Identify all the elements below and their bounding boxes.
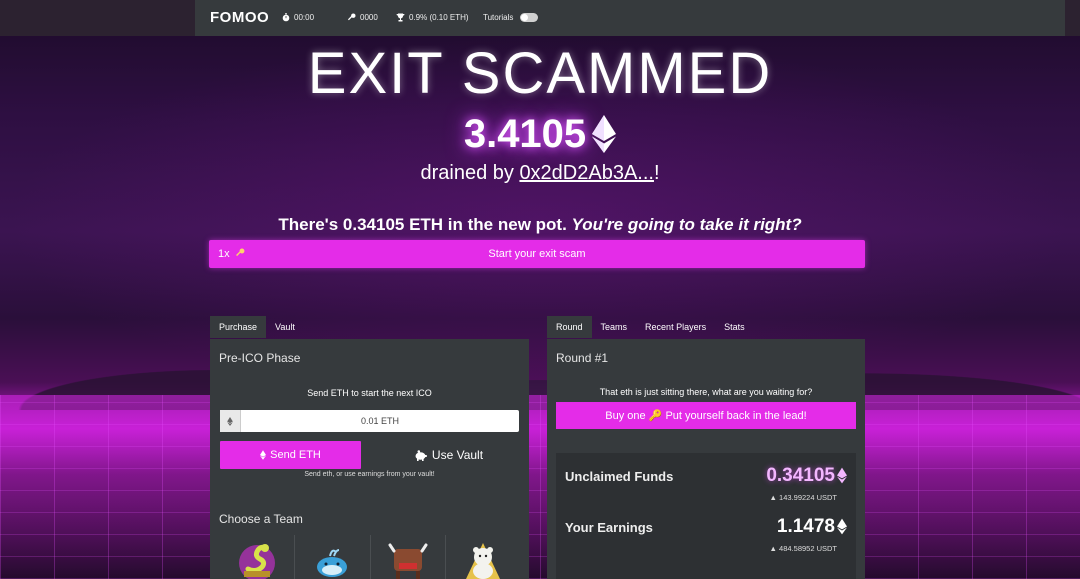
round-panel: Round #1 That eth is just sitting there,… [547,339,865,579]
unclaimed-funds-label: Unclaimed Funds [565,469,674,484]
tab-recent-players[interactable]: Recent Players [636,316,715,338]
snake-team-icon [239,544,276,579]
earnings-usd-value: 484.58952 USDT [779,544,837,553]
phase-heading: Pre-ICO Phase [219,351,301,365]
round-heading: Round #1 [556,351,609,365]
eth-icon [837,518,847,535]
team-selector [220,535,520,579]
trophy-icon [396,13,405,22]
timer-icon [282,13,290,22]
team-snake[interactable] [220,535,296,579]
purchase-tabs: Purchase Vault [210,316,304,338]
round-tabs: Round Teams Recent Players Stats [547,316,754,338]
drainer-address-link[interactable]: 0x2dD2Ab3A... [519,162,654,184]
key-quantity[interactable]: 1x [218,248,245,260]
your-earnings-label: Your Earnings [565,520,653,535]
brand-logo[interactable]: FOMOO [210,9,269,26]
eth-amount-input[interactable] [241,410,519,432]
key-icon [235,248,245,257]
start-exit-scam-label: Start your exit scam [488,248,586,260]
use-vault-label: Use Vault [431,448,484,462]
background-grid-floor [0,395,1080,579]
eth-icon [837,467,847,484]
team-heading: Choose a Team [219,512,303,526]
pot-value: 0.9% (0.10 ETH) [409,13,469,22]
unclaimed-funds-value: 0.34105 [766,465,835,486]
tutorials-toggle-group: Tutorials [483,13,539,22]
eth-icon [592,115,617,153]
tab-round[interactable]: Round [547,316,592,338]
drained-suffix: ! [653,162,660,184]
pot-message-emphasis: You're going to take it right? [571,215,802,234]
keys-count: 0000 [347,13,378,22]
round-timer: 00:00 [282,13,314,22]
unclaimed-funds-usd: ▲ 143.99224 USDT [769,493,837,502]
send-subtext: Send eth, or use earnings from your vaul… [304,471,435,478]
navbar-edge-right [1065,0,1080,36]
eth-icon [260,450,267,460]
pot-message-text: There's 0.34105 ETH in the new pot. [278,215,572,234]
eth-amount-field [220,410,519,432]
background-mountains [0,300,1080,410]
eth-icon [220,410,241,432]
round-hint: That eth is just sitting there, what are… [599,387,813,397]
whale-team-icon [317,549,348,577]
team-bull[interactable] [371,535,446,579]
bull-team-icon [388,543,428,579]
your-earnings-value: 1.1478 [776,516,835,537]
bear-team-icon [465,543,500,579]
drained-amount-value: 3.4105 [463,112,587,156]
timer-value: 00:00 [294,13,315,22]
funds-summary: Unclaimed Funds 0.34105 ▲ 143.99224 USDT… [556,453,856,579]
use-vault-button[interactable]: Use Vault [378,441,519,469]
tutorials-label: Tutorials [483,13,514,22]
send-hint: Send ETH to start the next ICO [307,388,432,398]
tutorials-toggle[interactable] [520,13,539,22]
buy-key-label: Buy one 🔑 Put yourself back in the lead! [605,410,807,422]
purchase-panel: Pre-ICO Phase Send ETH to start the next… [210,339,529,579]
pot-message: There's 0.34105 ETH in the new pot. You'… [0,215,1080,235]
send-eth-label: Send ETH [270,449,321,461]
tab-vault[interactable]: Vault [266,316,304,338]
top-navbar: FOMOO 00:00 0000 0.9% (0.10 ETH) Tutoria… [195,0,1065,36]
key-quantity-value: 1x [218,248,230,260]
drained-by-line: drained by 0x2dD2Ab3A...! [0,162,1080,185]
piggy-bank-icon [415,449,427,461]
team-whale[interactable] [295,535,371,579]
drained-prefix: drained by [420,162,520,184]
tab-purchase[interactable]: Purchase [210,316,267,338]
key-icon [347,13,356,21]
tab-teams[interactable]: Teams [592,316,637,338]
start-exit-scam-button[interactable]: 1x Start your exit scam [209,240,865,268]
pot-share: 0.9% (0.10 ETH) [396,13,469,22]
your-earnings-usd: ▲ 484.58952 USDT [769,544,837,553]
buy-key-button[interactable]: Buy one 🔑 Put yourself back in the lead! [556,402,856,429]
unclaimed-usd-value: 143.99224 USDT [779,493,837,502]
tab-stats[interactable]: Stats [715,316,754,338]
page-title: EXIT SCAMMED [307,41,773,106]
send-eth-button[interactable]: Send ETH [220,441,361,469]
keys-value: 0000 [360,13,378,22]
drained-amount: 3.4105 [0,112,1080,157]
team-bear[interactable] [446,535,520,579]
navbar-edge-left [0,0,195,36]
